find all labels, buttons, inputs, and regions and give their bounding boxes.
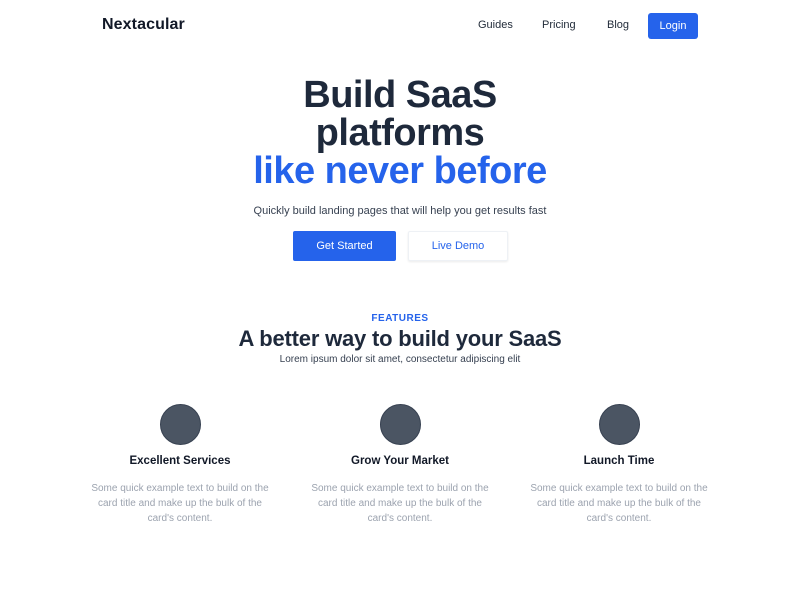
landing-page: Nextacular Guides Pricing Blog Login Bui…	[0, 0, 800, 600]
feature-circle-icon	[379, 404, 421, 445]
feature-card-text: Some quick example text to build on the …	[530, 483, 708, 524]
hero-title-accent: like never before	[253, 150, 547, 192]
feature-card: Excellent Services Some quick example te…	[80, 404, 280, 526]
feature-card: Launch Time Some quick example text to b…	[519, 404, 719, 526]
features-eyebrow: FEATURES	[371, 313, 429, 324]
features-title: A better way to build your SaaS	[238, 326, 562, 351]
top-navbar: Nextacular Guides Pricing Blog Login	[0, 0, 800, 52]
feature-card-title: Grow Your Market	[351, 455, 449, 467]
feature-card-title: Launch Time	[583, 455, 655, 467]
nav-link-pricing[interactable]: Pricing	[542, 19, 576, 31]
feature-circle-icon	[159, 404, 201, 445]
hero-title: Build SaaS platforms like never before	[0, 76, 800, 190]
feature-card-text: Some quick example text to build on the …	[311, 483, 489, 524]
nav-link-blog[interactable]: Blog	[607, 19, 629, 31]
login-button[interactable]: Login	[648, 13, 698, 39]
feature-card: Grow Your Market Some quick example text…	[300, 404, 500, 526]
live-demo-button[interactable]: Live Demo	[408, 231, 508, 261]
hero-title-line-1: Build SaaS	[303, 74, 497, 116]
get-started-button[interactable]: Get Started	[293, 231, 396, 261]
feature-circle-icon	[598, 404, 640, 445]
hero-title-line-2: platforms	[315, 112, 485, 154]
brand-logo-text[interactable]: Nextacular	[102, 16, 185, 34]
feature-card-title: Excellent Services	[129, 455, 231, 467]
nav-link-guides[interactable]: Guides	[478, 19, 513, 31]
hero-subtitle: Quickly build landing pages that will he…	[253, 205, 547, 217]
feature-card-text: Some quick example text to build on the …	[91, 483, 269, 524]
features-subtitle: Lorem ipsum dolor sit amet, consectetur …	[279, 354, 521, 365]
